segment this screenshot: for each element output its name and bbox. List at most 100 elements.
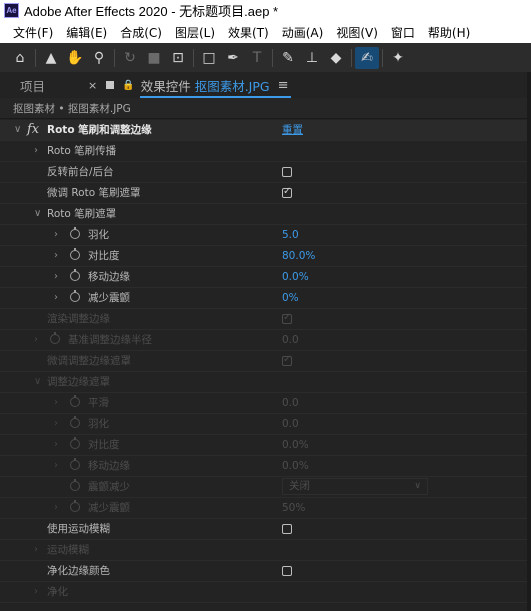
property-label: 移动边缘 — [88, 460, 130, 472]
menu-animation[interactable]: 动画(A) — [271, 24, 324, 41]
toolbar-divider — [114, 48, 115, 67]
effect-header-row[interactable]: ∨ fx Roto 笔刷和调整边缘 重置 — [0, 120, 527, 141]
property-row-use-motion-blur: 使用运动模糊 — [0, 519, 527, 540]
selection-tool-icon[interactable]: ▲ — [39, 47, 63, 69]
rectangle-tool-icon[interactable]: □ — [197, 47, 221, 69]
property-label: 反转前台/后台 — [47, 166, 114, 178]
property-label: 净化边缘颜色 — [47, 565, 110, 577]
reduce-chatter-value[interactable]: 0% — [282, 288, 299, 308]
property-label: 净化 — [47, 586, 68, 598]
pan-behind-tool-icon[interactable]: ⊡ — [166, 47, 190, 69]
dropdown-value: 关闭 — [289, 480, 310, 492]
toolbar-divider — [193, 48, 194, 67]
breadcrumb: 抠图素材 • 抠图素材.JPG — [0, 98, 527, 119]
twirl-expanded-icon[interactable]: ∨ — [14, 120, 21, 140]
render-refine-checkbox — [282, 312, 292, 324]
hand-tool-icon[interactable]: ✋ — [63, 47, 87, 69]
breadcrumb-text: 抠图素材 • 抠图素材.JPG — [13, 102, 131, 115]
pen-tool-icon[interactable]: ✒ — [221, 47, 245, 69]
stopwatch-icon — [70, 416, 80, 428]
property-row-reduce-chatter-2: › 减少震颤 50% — [0, 498, 527, 519]
type-tool-icon[interactable]: T — [245, 47, 269, 69]
chatter-reduction-dropdown: 关闭 ∨ — [282, 478, 428, 495]
property-label: 对比度 — [88, 439, 120, 451]
panel-square-icon — [106, 81, 115, 89]
panel-right-edge — [527, 72, 531, 611]
use-motion-blur-checkbox[interactable] — [282, 524, 292, 534]
twirl-expanded-icon[interactable]: ∨ — [34, 204, 41, 224]
panel-tab-bar: 项目 × 🔒 效果控件 抠图素材.JPG ≡ — [0, 72, 527, 98]
twirl-collapsed-icon: › — [54, 397, 58, 408]
property-row-shift-edge: › 移动边缘 0.0% — [0, 267, 527, 288]
fine-tune-checkbox[interactable] — [282, 186, 292, 198]
twirl-collapsed-icon[interactable]: › — [54, 246, 58, 266]
property-row-smooth: › 平滑 0.0 — [0, 393, 527, 414]
property-label: 减少震颤 — [88, 292, 130, 304]
menu-effect[interactable]: 效果(T) — [217, 24, 269, 41]
property-row-refine-matte: ∨ 调整边缘遮罩 — [0, 372, 527, 393]
property-label: 基准调整边缘半径 — [68, 334, 152, 346]
reset-button[interactable]: 重置 — [282, 120, 303, 140]
property-label: 减少震颤 — [88, 502, 130, 514]
tab-project[interactable]: 项目 — [20, 76, 45, 95]
puppet-pin-tool-icon[interactable]: ✦ — [386, 47, 410, 69]
tab-layer-name[interactable]: 抠图素材.JPG — [195, 76, 270, 95]
roto-brush-tool-icon[interactable]: ✍ — [355, 46, 379, 69]
fine-tune-refine-checkbox — [282, 354, 292, 366]
twirl-expanded-icon: ∨ — [34, 376, 42, 387]
stopwatch-icon — [50, 332, 60, 344]
zoom-tool-icon[interactable]: ⚲ — [87, 47, 111, 69]
menu-window[interactable]: 窗口 — [380, 24, 415, 41]
menu-view[interactable]: 视图(V) — [325, 24, 378, 41]
effect-controls-list: ∨ fx Roto 笔刷和调整边缘 重置 › Roto 笔刷传播 反转前台/后台… — [0, 120, 527, 603]
property-label: 使用运动模糊 — [47, 523, 110, 535]
property-label: 微调调整边缘遮罩 — [47, 355, 131, 367]
menu-layer[interactable]: 图层(L) — [164, 24, 215, 41]
panel-menu-icon[interactable]: ≡ — [278, 78, 289, 93]
twirl-collapsed-icon[interactable]: › — [34, 141, 38, 161]
window-title: Adobe After Effects 2020 - 无标题项目.aep * — [24, 4, 279, 19]
stopwatch-icon — [70, 479, 80, 491]
stopwatch-icon — [70, 500, 80, 512]
property-label: 移动边缘 — [88, 271, 130, 283]
toolbar-divider — [272, 48, 273, 67]
home-icon[interactable]: ⌂ — [8, 47, 32, 69]
lock-icon[interactable]: 🔒 — [122, 80, 134, 91]
rotate-tool-icon[interactable]: ↻ — [118, 47, 142, 69]
menu-composition[interactable]: 合成(C) — [109, 24, 162, 41]
clone-stamp-tool-icon[interactable]: ⊥ — [300, 47, 324, 69]
toolbar-divider — [351, 48, 352, 67]
twirl-collapsed-icon[interactable]: › — [54, 225, 58, 245]
property-row-propagation[interactable]: › Roto 笔刷传播 — [0, 141, 527, 162]
eraser-tool-icon[interactable]: ◆ — [324, 47, 348, 69]
stopwatch-icon[interactable] — [70, 227, 80, 239]
close-icon[interactable]: × — [88, 79, 97, 92]
property-label: 羽化 — [88, 229, 109, 241]
twirl-collapsed-icon[interactable]: › — [54, 267, 58, 287]
property-label: 羽化 — [88, 418, 109, 430]
decontaminate-checkbox[interactable] — [282, 566, 292, 576]
stopwatch-icon[interactable] — [70, 248, 80, 260]
stopwatch-icon — [70, 458, 80, 470]
feather-2-value: 0.0 — [282, 418, 299, 430]
toolbar-divider — [35, 48, 36, 67]
camera-tool-icon[interactable]: ■ — [142, 47, 166, 69]
shift-edge-value[interactable]: 0.0% — [282, 267, 309, 287]
twirl-collapsed-icon: › — [54, 439, 58, 450]
feather-value[interactable]: 5.0 — [282, 225, 299, 245]
menu-edit[interactable]: 编辑(E) — [55, 24, 107, 41]
brush-tool-icon[interactable]: ✎ — [276, 47, 300, 69]
menu-file[interactable]: 文件(F) — [0, 24, 53, 41]
twirl-collapsed-icon[interactable]: › — [54, 288, 58, 308]
property-label: 运动模糊 — [47, 544, 89, 556]
property-row-roto-matte[interactable]: ∨ Roto 笔刷遮罩 — [0, 204, 527, 225]
menu-help[interactable]: 帮助(H) — [417, 24, 470, 41]
property-row-feather: › 羽化 5.0 — [0, 225, 527, 246]
stopwatch-icon[interactable] — [70, 290, 80, 302]
property-label: 调整边缘遮罩 — [47, 376, 110, 388]
fx-icon[interactable]: fx — [27, 120, 39, 140]
tab-effect-controls[interactable]: 效果控件 — [141, 76, 191, 95]
contrast-value[interactable]: 80.0% — [282, 246, 315, 266]
invert-checkbox[interactable] — [282, 167, 292, 177]
stopwatch-icon[interactable] — [70, 269, 80, 281]
